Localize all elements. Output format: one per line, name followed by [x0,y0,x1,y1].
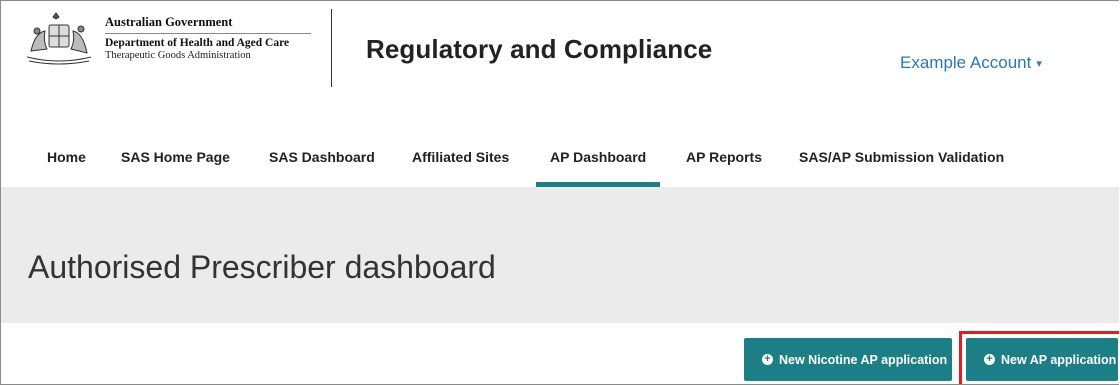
department-name: Department of Health and Aged Care [105,37,290,49]
nav-affiliated-sites[interactable]: Affiliated Sites [412,119,509,187]
page-banner: Authorised Prescriber dashboard [1,187,1119,323]
new-nicotine-ap-label: New Nicotine AP application [779,352,948,367]
gov-rule [105,33,311,34]
page-frame: Australian Government Department of Heal… [0,0,1119,385]
nav-submission-validation[interactable]: SAS/AP Submission Validation [799,119,1004,187]
coat-of-arms-icon [26,12,92,65]
plus-circle-icon: + [762,354,773,365]
page-title: Authorised Prescriber dashboard [28,249,496,285]
gov-title: Australian Government [105,15,233,29]
nav-home[interactable]: Home [47,119,86,187]
nav-sas-dashboard[interactable]: SAS Dashboard [269,119,375,187]
caret-down-icon: ▾ [1036,58,1042,70]
main-nav: Home SAS Home Page SAS Dashboard Affilia… [1,119,1119,187]
new-nicotine-ap-application-button[interactable]: + New Nicotine AP application [744,338,952,381]
agency-name: Therapeutic Goods Administration [105,50,251,61]
government-branding: Australian Government Department of Heal… [105,15,315,62]
account-menu[interactable]: Example Account ▾ [900,53,1042,73]
nav-ap-reports[interactable]: AP Reports [686,119,762,187]
highlight-box [959,331,1119,384]
header-divider [331,9,332,87]
nav-sas-home-page[interactable]: SAS Home Page [121,119,230,187]
nav-ap-dashboard[interactable]: AP Dashboard [535,119,661,187]
site-header: Australian Government Department of Heal… [1,1,1119,119]
app-title: Regulatory and Compliance [366,34,713,64]
account-label: Example Account [900,53,1032,72]
